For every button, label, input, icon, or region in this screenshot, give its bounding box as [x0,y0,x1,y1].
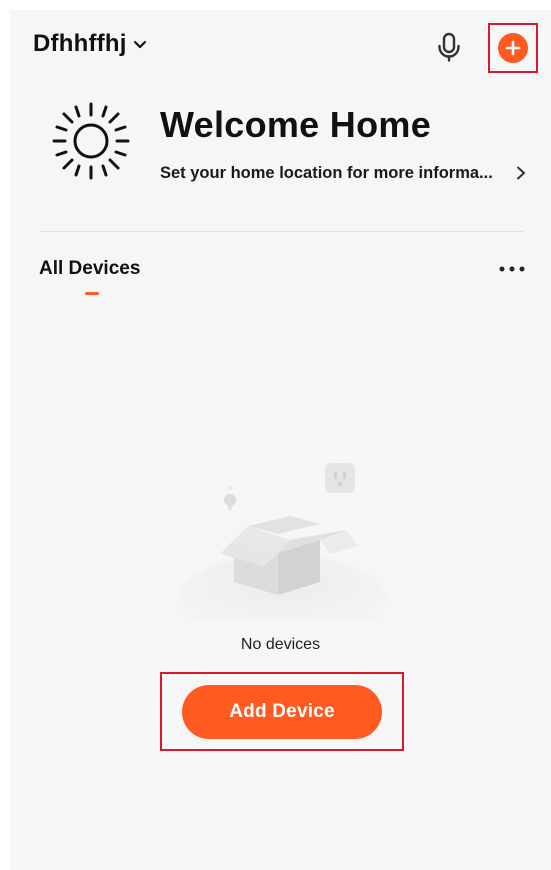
add-button-highlight [488,23,538,73]
home-name: Dfhhffhj [33,30,127,57]
add-button[interactable] [498,33,528,63]
empty-box-illustration [177,463,387,620]
home-selector[interactable]: Dfhhffhj [33,30,149,58]
microphone-icon [438,32,460,62]
chevron-right-icon [517,166,525,180]
more-horizontal-icon [499,266,525,272]
chevron-down-icon [133,40,146,49]
voice-button[interactable] [434,30,464,64]
app-screen: Dfhhffhj Welcome Home Set your home loca… [10,10,551,870]
more-options-button[interactable] [496,257,528,281]
active-tab-indicator [85,292,99,295]
welcome-subtitle: Set your home location for more informa.… [160,163,493,182]
set-location-link[interactable]: Set your home location for more informa.… [160,161,530,185]
plus-circle-icon [505,40,521,56]
add-device-button[interactable]: Add Device [182,685,382,739]
welcome-title: Welcome Home [160,104,432,145]
tab-all-devices[interactable]: All Devices [39,258,140,280]
section-divider [40,231,524,232]
sun-icon [52,102,130,180]
empty-state-message: No devices [240,636,321,653]
